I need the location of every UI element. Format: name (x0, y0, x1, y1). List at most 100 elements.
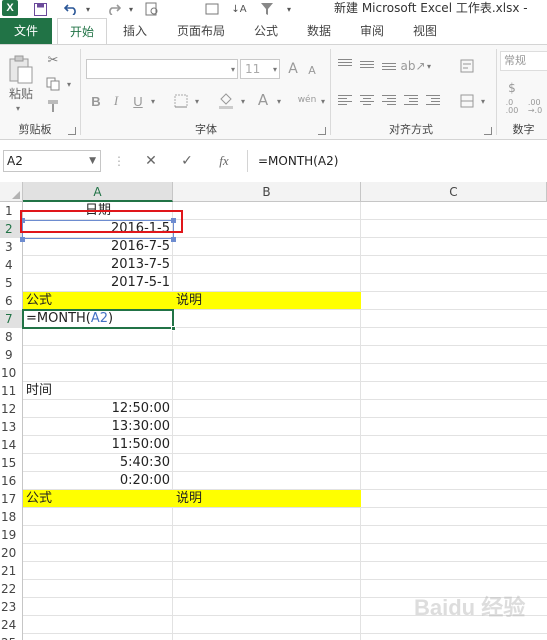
row-header-11[interactable]: 11 (0, 382, 23, 400)
font-launcher-icon[interactable] (318, 127, 326, 135)
borders-icon[interactable] (172, 91, 190, 111)
insert-function-button[interactable]: fx (212, 150, 236, 172)
cell-a3[interactable]: 2016-7-5 (23, 238, 173, 256)
undo-icon[interactable] (60, 0, 82, 18)
font-name-box[interactable] (86, 59, 238, 79)
row-header-13[interactable]: 13 (0, 418, 23, 436)
paste-dropdown-icon[interactable]: ▾ (8, 103, 28, 113)
column-header-a[interactable]: A (23, 182, 173, 202)
copy-dropdown-icon[interactable]: ▾ (64, 79, 74, 89)
row-header-18[interactable]: 18 (0, 508, 23, 526)
align-left-icon[interactable] (338, 93, 352, 107)
decrease-decimal-icon[interactable]: .00 →.0 (524, 97, 546, 117)
cell-b6[interactable]: 说明 (173, 292, 361, 310)
cell-a14[interactable]: 11:50:00 (23, 436, 173, 454)
cancel-button[interactable]: ✕ (140, 150, 162, 172)
cell-a6[interactable]: 公式 (23, 292, 173, 310)
column-header-b[interactable]: B (173, 182, 361, 202)
cell-a5[interactable]: 2017-5-1 (23, 274, 173, 292)
align-center-icon[interactable] (360, 93, 374, 107)
align-bottom-icon[interactable] (382, 61, 396, 72)
undo-dropdown-icon[interactable]: ▾ (83, 0, 93, 18)
merge-center-icon[interactable] (458, 91, 476, 111)
row-header-8[interactable]: 8 (0, 328, 23, 346)
orientation-dropdown-icon[interactable]: ▾ (424, 57, 434, 75)
row-header-24[interactable]: 24 (0, 616, 23, 634)
row-header-17[interactable]: 17 (0, 490, 23, 508)
fill-handle[interactable] (171, 326, 176, 331)
row-header-5[interactable]: 5 (0, 274, 23, 292)
formula-bar-splitter-icon[interactable]: ⋮ (112, 150, 126, 172)
quick-access-menu-icon[interactable]: ▾ (284, 0, 294, 18)
row-header-12[interactable]: 12 (0, 400, 23, 418)
row-header-19[interactable]: 19 (0, 526, 23, 544)
cut-icon[interactable]: ✂ (44, 51, 62, 69)
row-header-21[interactable]: 21 (0, 562, 23, 580)
alignment-launcher-icon[interactable] (484, 127, 492, 135)
underline-button[interactable]: U (130, 91, 146, 111)
reference-handle[interactable] (20, 237, 25, 242)
reference-handle[interactable] (171, 237, 176, 242)
clipboard-launcher-icon[interactable] (68, 127, 76, 135)
bold-button[interactable]: B (88, 91, 104, 111)
row-header-20[interactable]: 20 (0, 544, 23, 562)
tab-insert[interactable]: 插入 (112, 18, 158, 44)
tab-view[interactable]: 视图 (402, 18, 448, 44)
paste-label[interactable]: 粘贴 (6, 85, 36, 101)
name-box[interactable]: A2 ▼ (3, 150, 101, 172)
tab-data[interactable]: 数据 (296, 18, 342, 44)
sort-icon[interactable]: ↓A (229, 0, 249, 18)
row-header-6[interactable]: 6 (0, 292, 23, 310)
tab-formulas[interactable]: 公式 (244, 18, 288, 44)
cell-b17[interactable]: 说明 (173, 490, 361, 508)
format-painter-icon[interactable] (44, 97, 62, 115)
print-preview-icon[interactable] (142, 0, 162, 18)
row-header-7[interactable]: 7 (0, 310, 23, 328)
font-name-dropdown-icon[interactable]: ▾ (228, 59, 238, 79)
accounting-format-icon[interactable]: $ (502, 79, 522, 97)
column-header-c[interactable]: C (361, 182, 547, 202)
row-header-16[interactable]: 16 (0, 472, 23, 490)
phonetic-guide-icon[interactable]: wén (294, 89, 320, 111)
tab-page-layout[interactable]: 页面布局 (166, 18, 236, 44)
row-header-9[interactable]: 9 (0, 346, 23, 364)
cell-a11[interactable]: 时间 (23, 382, 173, 400)
copy-icon[interactable] (44, 75, 62, 93)
paste-icon[interactable] (6, 53, 36, 87)
font-color-dropdown-icon[interactable]: ▾ (274, 91, 284, 111)
filter-icon[interactable] (257, 0, 277, 18)
font-color-icon[interactable]: A (254, 89, 272, 111)
cell-a15[interactable]: 5:40:30 (23, 454, 173, 472)
orientation-icon[interactable]: ab↗ (400, 57, 425, 75)
cell-a13[interactable]: 13:30:00 (23, 418, 173, 436)
tab-file[interactable]: 文件 (0, 18, 52, 44)
row-header-23[interactable]: 23 (0, 598, 23, 616)
redo-icon[interactable] (103, 0, 125, 18)
enter-button[interactable]: ✓ (176, 150, 198, 172)
increase-indent-icon[interactable] (426, 93, 440, 107)
align-top-icon[interactable] (338, 57, 352, 68)
font-size-dropdown-icon[interactable]: ▾ (270, 59, 280, 79)
borders-dropdown-icon[interactable]: ▾ (192, 91, 202, 111)
row-header-10[interactable]: 10 (0, 364, 23, 382)
row-header-22[interactable]: 22 (0, 580, 23, 598)
row-header-4[interactable]: 4 (0, 256, 23, 274)
number-format-box[interactable]: 常规 (500, 51, 547, 71)
decrease-indent-icon[interactable] (404, 93, 418, 107)
grow-font-icon[interactable]: A (284, 59, 302, 79)
underline-dropdown-icon[interactable]: ▾ (148, 91, 158, 111)
align-right-icon[interactable] (382, 93, 396, 107)
tab-home[interactable]: 开始 (57, 18, 107, 45)
fill-color-icon[interactable] (216, 89, 236, 111)
cell-a4[interactable]: 2013-7-5 (23, 256, 173, 274)
fill-color-dropdown-icon[interactable]: ▾ (238, 91, 248, 111)
save-icon[interactable] (30, 0, 50, 18)
shrink-font-icon[interactable]: A (304, 61, 320, 79)
row-header-25[interactable]: 25 (0, 634, 23, 640)
phonetic-dropdown-icon[interactable]: ▾ (318, 91, 328, 111)
increase-decimal-icon[interactable]: .0.00 (502, 97, 522, 117)
align-middle-icon[interactable] (360, 59, 374, 70)
select-all-button[interactable] (0, 182, 23, 202)
cell-a17[interactable]: 公式 (23, 490, 173, 508)
cell-a12[interactable]: 12:50:00 (23, 400, 173, 418)
